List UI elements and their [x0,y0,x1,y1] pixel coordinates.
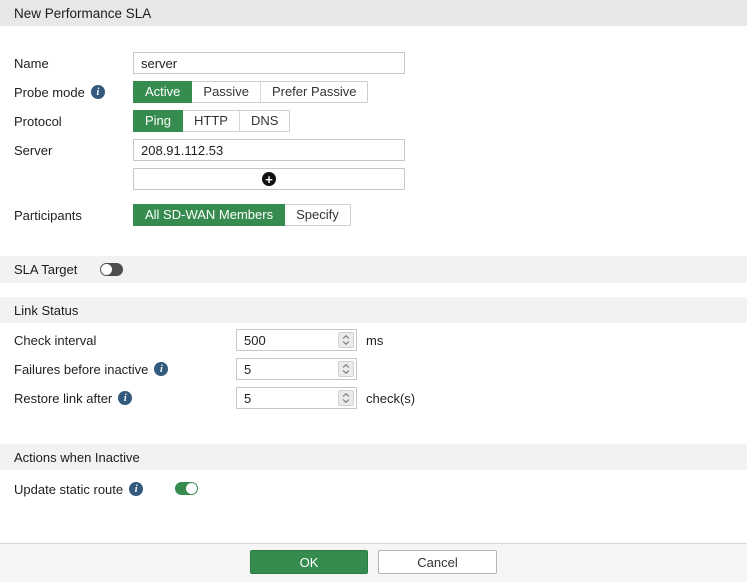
failures-before-inactive-field [236,358,357,380]
check-interval-unit: ms [366,332,384,348]
participants-option-specify[interactable]: Specify [284,205,350,225]
info-icon[interactable]: i [154,362,169,376]
info-icon[interactable]: i [129,482,144,496]
actions-when-inactive-section-label: Actions when Inactive [14,449,140,465]
dialog-title: New Performance SLA [14,5,152,21]
toggle-knob [101,264,112,275]
spinner-arrows-icon [342,393,350,403]
info-icon[interactable]: i [90,85,105,99]
participants-label: Participants [14,207,82,223]
name-input[interactable] [133,52,405,74]
check-interval-field [236,329,357,351]
probe-mode-option-prefer-passive[interactable]: Prefer Passive [259,82,368,102]
protocol-option-http[interactable]: HTTP [182,111,239,131]
ok-button[interactable]: OK [250,550,368,574]
dialog-footer: OK Cancel [0,543,747,582]
toggle-knob [186,483,197,494]
update-static-route-toggle[interactable] [175,482,198,495]
sla-target-label: SLA Target [14,262,78,277]
dialog-title-bar: New Performance SLA [0,0,747,26]
link-status-section: Link Status [0,297,747,323]
restore-link-after-unit: check(s) [366,390,416,406]
name-label: Name [14,55,49,71]
server-input[interactable] [133,139,405,161]
link-status-section-label: Link Status [14,302,79,318]
probe-mode-segmented-control: Active Passive Prefer Passive [133,81,369,103]
participants-option-all-sdwan-members[interactable]: All SD-WAN Members [134,205,285,225]
protocol-label: Protocol [14,113,62,129]
failures-before-inactive-label: Failures before inactive i [14,358,169,380]
protocol-option-dns[interactable]: DNS [238,111,290,131]
actions-when-inactive-section: Actions when Inactive [0,444,747,470]
restore-link-after-label: Restore link after i [14,387,133,409]
probe-mode-option-active[interactable]: Active [134,82,192,102]
info-icon[interactable]: i [118,391,133,405]
restore-link-after-field [236,387,357,409]
probe-mode-label: Probe mode i [14,81,105,103]
check-interval-stepper[interactable] [338,332,354,348]
add-server-button[interactable]: + [133,168,405,190]
add-icon: + [262,172,276,186]
check-interval-label: Check interval [14,332,97,348]
spinner-arrows-icon [342,364,350,374]
probe-mode-option-passive[interactable]: Passive [191,82,260,102]
new-performance-sla-dialog: New Performance SLA Name Probe mode i Ac… [0,0,747,582]
protocol-option-ping[interactable]: Ping [134,111,183,131]
update-static-route-label: Update static route i [14,478,144,500]
spinner-arrows-icon [342,335,350,345]
sla-target-toggle[interactable] [100,263,123,276]
failures-before-inactive-stepper[interactable] [338,361,354,377]
cancel-button[interactable]: Cancel [378,550,497,574]
protocol-segmented-control: Ping HTTP DNS [133,110,291,132]
restore-link-after-stepper[interactable] [338,390,354,406]
participants-segmented-control: All SD-WAN Members Specify [133,204,351,226]
server-label: Server [14,142,53,158]
